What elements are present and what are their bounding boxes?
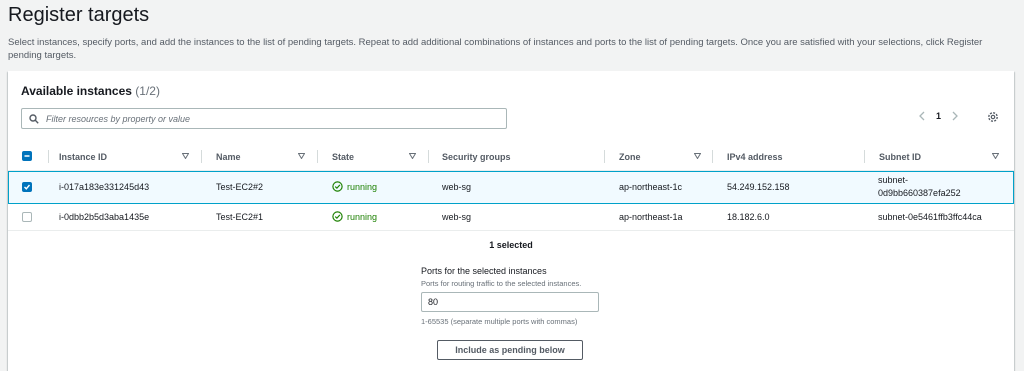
column-header-zone[interactable]: Zone	[619, 142, 641, 171]
column-header-instance-id[interactable]: Instance ID	[59, 142, 107, 171]
instance-name: Test-EC2#2	[216, 182, 264, 192]
instance-state: running	[332, 181, 377, 192]
column-label: Security groups	[442, 151, 511, 162]
column-divider	[428, 150, 429, 163]
page-title: Register targets	[8, 4, 150, 26]
table-row[interactable]: i-0dbb2b5d3aba1435e Test-EC2#1 running w…	[8, 204, 1014, 231]
instances-table: Instance ID Name State Security groups Z…	[8, 142, 1014, 231]
column-header-subnet-id[interactable]: Subnet ID	[879, 142, 921, 171]
column-label: Subnet ID	[879, 151, 921, 162]
pagination: 1	[918, 111, 959, 121]
filter-search-box[interactable]	[21, 108, 507, 129]
column-label: Instance ID	[59, 151, 108, 162]
instance-name: Test-EC2#1	[216, 212, 264, 222]
column-divider	[48, 150, 49, 163]
column-label: Name	[216, 151, 241, 162]
ports-description: Ports for routing traffic to the selecte…	[421, 279, 582, 288]
ports-hint: 1-65535 (separate multiple ports with co…	[421, 317, 578, 326]
sort-caret-icon[interactable]	[992, 153, 999, 159]
indeterminate-icon	[24, 155, 30, 157]
table-header: Instance ID Name State Security groups Z…	[8, 142, 1014, 171]
column-header-security-groups[interactable]: Security groups	[442, 142, 511, 171]
chevron-left-icon[interactable]	[918, 111, 926, 121]
available-instances-panel: Available instances (1/2) 1 In	[8, 71, 1014, 371]
ports-input[interactable]	[421, 292, 599, 312]
column-label: Zone	[619, 151, 641, 162]
zone: ap-northeast-1a	[619, 212, 683, 222]
page-description: Select instances, specify ports, and add…	[8, 37, 983, 61]
filter-search-input[interactable]	[46, 113, 486, 124]
instance-id: i-0dbb2b5d3aba1435e	[59, 212, 150, 222]
security-group: web-sg	[442, 212, 472, 222]
column-label: State	[332, 151, 355, 162]
column-divider	[712, 150, 713, 163]
zone: ap-northeast-1c	[619, 182, 683, 192]
panel-title: Available instances (1/2)	[21, 84, 160, 98]
gear-icon[interactable]	[986, 110, 1000, 124]
sort-caret-icon[interactable]	[694, 153, 701, 159]
subnet-id: subnet-0e5461ffb3ffc44ca	[878, 212, 982, 222]
select-all-checkbox[interactable]	[22, 151, 32, 161]
state-text: running	[347, 211, 378, 222]
ports-label: Ports for the selected instances	[421, 266, 547, 276]
checkmark-icon	[24, 184, 31, 190]
column-label: IPv4 address	[727, 151, 783, 162]
page-number[interactable]: 1	[936, 111, 941, 121]
table-row-selected[interactable]: i-017a183e331245d43 Test-EC2#2 running w…	[8, 171, 1014, 204]
column-header-name[interactable]: Name	[216, 142, 241, 171]
column-divider	[201, 150, 202, 163]
check-circle-icon	[332, 181, 343, 192]
row-checkbox[interactable]	[22, 212, 32, 222]
instance-id: i-017a183e331245d43	[59, 182, 150, 192]
include-as-pending-button[interactable]: Include as pending below	[437, 340, 583, 360]
selection-count: (1/2)	[135, 84, 160, 98]
chevron-right-icon[interactable]	[951, 111, 959, 121]
column-divider	[864, 150, 865, 163]
security-group: web-sg	[442, 182, 472, 192]
sort-caret-icon[interactable]	[182, 153, 189, 159]
column-header-state[interactable]: State	[332, 142, 354, 171]
instance-state: running	[332, 211, 377, 222]
column-divider	[604, 150, 605, 163]
selection-summary: 1 selected	[489, 240, 533, 250]
column-header-ipv4[interactable]: IPv4 address	[727, 142, 783, 171]
sort-caret-icon[interactable]	[409, 153, 416, 159]
ipv4-address: 54.249.152.158	[727, 182, 790, 192]
search-icon	[29, 113, 39, 124]
panel-title-text: Available instances	[21, 84, 132, 98]
subnet-id-line1: subnet-	[878, 175, 909, 185]
ipv4-address: 18.182.6.0	[727, 212, 770, 222]
sort-caret-icon[interactable]	[298, 153, 305, 159]
state-text: running	[347, 181, 378, 192]
column-divider	[317, 150, 318, 163]
subnet-id-line2: 0d9bb660387efa252	[878, 188, 961, 198]
row-checkbox[interactable]	[22, 182, 32, 192]
check-circle-icon	[332, 211, 343, 222]
